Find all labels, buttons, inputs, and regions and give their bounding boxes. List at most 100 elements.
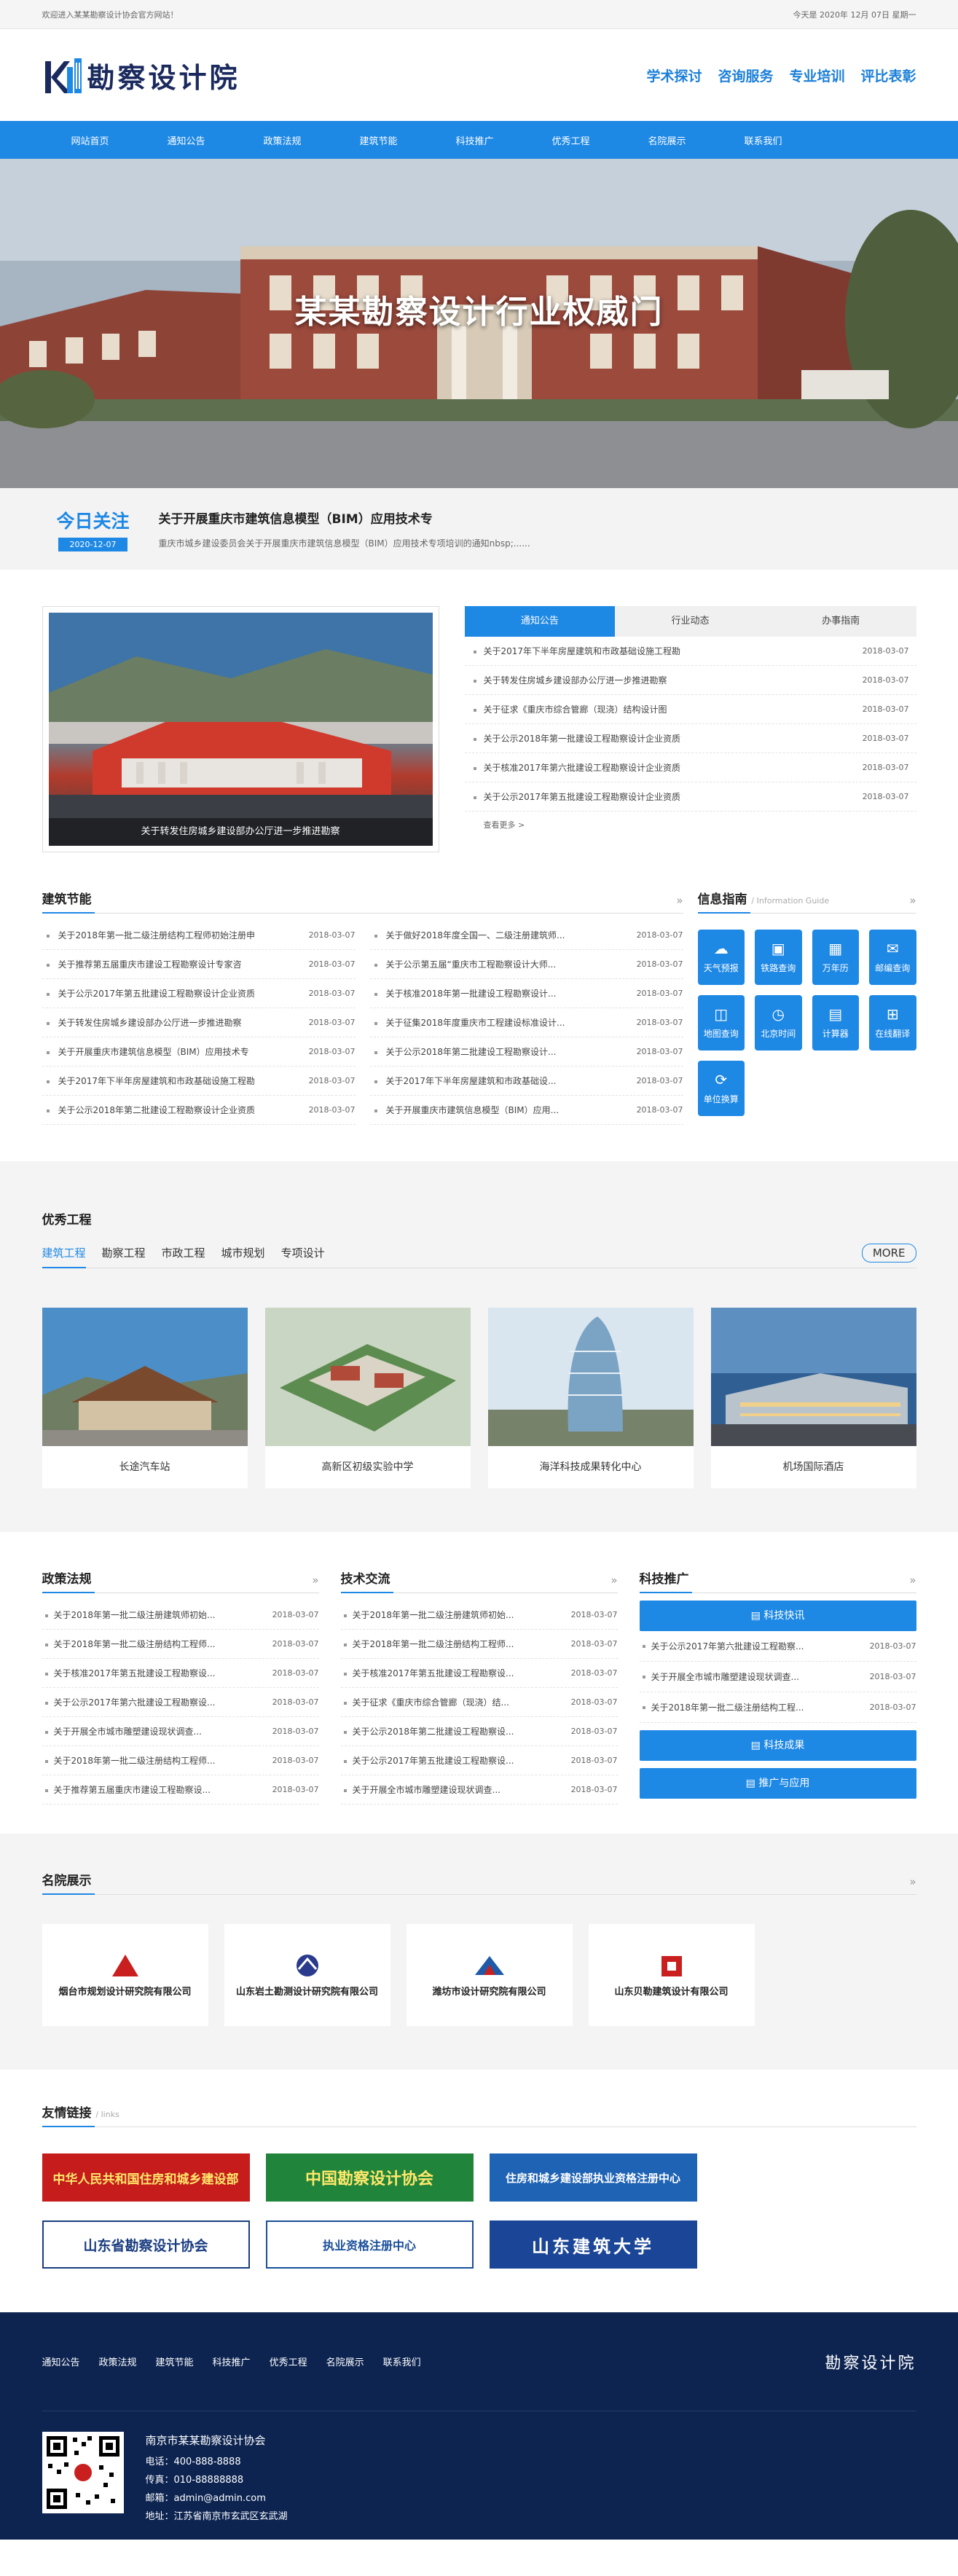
institute-logo[interactable]: 山东贝勒建筑设计有限公司 [588, 1924, 755, 2026]
tab-industry[interactable]: 行业动态 [615, 606, 766, 637]
tab-survey[interactable]: 勘察工程 [102, 1245, 146, 1260]
nav-item-energy[interactable]: 建筑节能 [331, 133, 427, 147]
list-item[interactable]: 关于2018年第一批二级注册结构工程师... 2018-03-07 [42, 1630, 319, 1659]
list-item[interactable]: 关于2018年第一批二级注册结构工程... 2018-03-07 [639, 1692, 916, 1723]
footer-link[interactable]: 建筑节能 [156, 2355, 194, 2368]
info-calendar-button[interactable]: ▦ 万年历 [812, 930, 859, 985]
friend-link[interactable]: 中国勘察设计协会 [265, 2153, 474, 2202]
list-item[interactable]: 关于公示2018年第二批建设工程勘察设计企业资质 2018-03-07 [42, 1096, 356, 1125]
info-weather-button[interactable]: ☁ 天气预报 [697, 930, 745, 985]
friend-link[interactable]: 山东建筑大学 [489, 2220, 697, 2269]
list-item[interactable]: 关于核准2017年第五批建设工程勘察设... 2018-03-07 [340, 1659, 618, 1688]
tab-notices[interactable]: 通知公告 [464, 606, 616, 637]
footer-link[interactable]: 科技推广 [213, 2355, 251, 2368]
tab-building[interactable]: 建筑工程 [42, 1245, 86, 1268]
list-item[interactable]: 关于2018年第一批二级注册建筑师初始... 2018-03-07 [42, 1601, 319, 1630]
list-item[interactable]: 关于做好2018年度全国一、二级注册建筑师... 2018-03-07 [369, 921, 683, 950]
institute-logo[interactable]: 山东岩土勘测设计研究院有限公司 [224, 1924, 390, 2026]
footer-email[interactable]: 邮箱：admin@admin.com [146, 2489, 288, 2508]
list-item[interactable]: 关于2018年第一批二级注册结构工程师初始注册申 2018-03-07 [42, 921, 356, 950]
friend-link[interactable]: 执业资格注册中心 [265, 2220, 474, 2269]
more-arrow-icon[interactable]: » [676, 894, 683, 907]
header-link[interactable]: 专业培训 [789, 66, 844, 85]
more-button[interactable]: MORE [861, 1244, 916, 1263]
info-postcode-button[interactable]: ✉ 邮编查询 [869, 930, 916, 985]
more-arrow-icon[interactable]: » [909, 894, 916, 907]
project-card[interactable]: 机场国际酒店 [710, 1308, 916, 1488]
friend-link[interactable]: 中华人民共和国住房和城乡建设部 [42, 2153, 250, 2202]
list-item[interactable]: 关于公示2017年第六批建设工程勘察设... 2018-03-07 [42, 1688, 319, 1717]
list-item[interactable]: 关于2018年第一批二级注册结构工程师... 2018-03-07 [340, 1630, 618, 1659]
project-card[interactable]: 海洋科技成果转化中心 [487, 1308, 694, 1488]
tab-guide[interactable]: 办事指南 [766, 606, 916, 637]
list-item[interactable]: 关于推荐第五届重庆市建设工程勘察设... 2018-03-07 [42, 1775, 319, 1805]
list-item[interactable]: 关于2017年下半年房屋建筑和市政基础设... 2018-03-07 [369, 1067, 683, 1096]
list-item[interactable]: 关于征求《重庆市综合管廊（现浇）结构设计图 2018-03-07 [464, 695, 916, 724]
nav-item-tech[interactable]: 科技推广 [427, 133, 523, 147]
list-item[interactable]: 关于2018年第一批二级注册建筑师初始... 2018-03-07 [340, 1601, 618, 1630]
list-item[interactable]: 关于核准2018年第一批建设工程勘察设计... 2018-03-07 [369, 979, 683, 1008]
project-card[interactable]: 长途汽车站 [42, 1308, 248, 1488]
nav-item-policy[interactable]: 政策法规 [235, 133, 331, 147]
more-arrow-icon[interactable]: » [909, 1875, 916, 1888]
tab-special[interactable]: 专项设计 [281, 1245, 325, 1260]
tech-results-button[interactable]: ▤ 科技成果 [639, 1730, 916, 1761]
nav-item-home[interactable]: 网站首页 [42, 133, 138, 147]
header-link[interactable]: 学术探讨 [646, 66, 702, 85]
institute-logo[interactable]: 潍坊市设计研究院有限公司 [406, 1924, 573, 2026]
list-item[interactable]: 关于公示2017年第五批建设工程勘察设计企业资质 2018-03-07 [464, 782, 916, 812]
list-item[interactable]: 关于核准2017年第五批建设工程勘察设... 2018-03-07 [42, 1659, 319, 1688]
list-item[interactable]: 关于推荐第五届重庆市建设工程勘察设计专家咨 2018-03-07 [42, 950, 356, 979]
list-item[interactable]: 关于公示2017年第五批建设工程勘察设计企业资质 2018-03-07 [42, 979, 356, 1008]
promotion-button[interactable]: ▤ 推广与应用 [639, 1768, 916, 1799]
list-item[interactable]: 关于2017年下半年房屋建筑和市政基础设施工程勘 2018-03-07 [42, 1067, 356, 1096]
more-arrow-icon[interactable]: » [909, 1574, 916, 1587]
list-item[interactable]: 关于开展全市城市雕塑建设现状调查... 2018-03-07 [340, 1775, 618, 1805]
list-item[interactable]: 关于公示第五届“重庆市工程勘察设计大师... 2018-03-07 [369, 950, 683, 979]
footer-link[interactable]: 政策法规 [99, 2355, 137, 2368]
tech-news-button[interactable]: ▤ 科技快讯 [639, 1601, 916, 1631]
project-card[interactable]: 高新区初级实验中学 [264, 1308, 471, 1488]
footer-link[interactable]: 通知公告 [42, 2355, 80, 2368]
nav-item-projects[interactable]: 优秀工程 [523, 133, 619, 147]
list-item[interactable]: 关于公示2018年第二批建设工程勘察设计... 2018-03-07 [369, 1037, 683, 1067]
friend-link[interactable]: 住房和城乡建设部执业资格注册中心 [489, 2153, 697, 2202]
list-item[interactable]: 关于征集2018年度重庆市工程建设标准设计... 2018-03-07 [369, 1008, 683, 1037]
list-item[interactable]: 关于公示2018年第一批建设工程勘察设计企业资质 2018-03-07 [464, 724, 916, 753]
list-item[interactable]: 关于开展全市城市雕塑建设现状调查... 2018-03-07 [639, 1662, 916, 1692]
nav-item-contact[interactable]: 联系我们 [715, 133, 812, 147]
list-item[interactable]: 关于转发住房城乡建设部办公厅进一步推进勘察 2018-03-07 [42, 1008, 356, 1037]
info-time-button[interactable]: ◷ 北京时间 [755, 995, 802, 1051]
list-item[interactable]: 关于公示2018年第二批建设工程勘察设... 2018-03-07 [340, 1717, 618, 1746]
list-item[interactable]: 关于2017年下半年房屋建筑和市政基础设施工程勘 2018-03-07 [464, 637, 916, 666]
list-item[interactable]: 关于2018年第一批二级注册结构工程师... 2018-03-07 [42, 1746, 319, 1775]
list-item[interactable]: 关于核准2017年第六批建设工程勘察设计企业资质 2018-03-07 [464, 753, 916, 782]
info-calculator-button[interactable]: ▤ 计算器 [812, 995, 859, 1051]
list-item[interactable]: 关于公示2017年第六批建设工程勘察... 2018-03-07 [639, 1631, 916, 1662]
info-translate-button[interactable]: ⊞ 在线翻译 [869, 995, 916, 1051]
tab-municipal[interactable]: 市政工程 [162, 1245, 205, 1260]
footer-link[interactable]: 优秀工程 [270, 2355, 307, 2368]
info-map-button[interactable]: ◫ 地图查询 [697, 995, 745, 1051]
nav-item-notices[interactable]: 通知公告 [138, 133, 235, 147]
list-item[interactable]: 关于公示2017年第五批建设工程勘察设... 2018-03-07 [340, 1746, 618, 1775]
today-headline[interactable]: 关于开展重庆市建筑信息模型（BIM）应用技术专 [159, 508, 530, 527]
hero-banner[interactable]: 某某勘察设计行业权威门 [0, 159, 958, 488]
friend-link[interactable]: 山东省勘察设计协会 [42, 2220, 250, 2269]
header-link[interactable]: 咨询服务 [718, 66, 773, 85]
site-logo[interactable]: 勘察设计院 [42, 52, 240, 98]
list-item[interactable]: 关于开展重庆市建筑信息模型（BIM）应用... 2018-03-07 [369, 1096, 683, 1125]
tab-planning[interactable]: 城市规划 [221, 1245, 265, 1260]
list-item[interactable]: 关于征求《重庆市综合管廊（现浇）结... 2018-03-07 [340, 1688, 618, 1717]
view-more-link[interactable]: 查看更多 > [465, 812, 916, 838]
list-item[interactable]: 关于开展重庆市建筑信息模型（BIM）应用技术专 2018-03-07 [42, 1037, 356, 1067]
footer-link[interactable]: 名院展示 [326, 2355, 364, 2368]
nav-item-famous[interactable]: 名院展示 [619, 133, 715, 147]
list-item[interactable]: 关于转发住房城乡建设部办公厅进一步推进勘察 2018-03-07 [464, 666, 916, 695]
more-arrow-icon[interactable]: » [312, 1574, 318, 1587]
institute-logo[interactable]: 烟台市规划设计研究院有限公司 [42, 1924, 208, 2026]
info-unit-convert-button[interactable]: ⟳ 单位换算 [697, 1061, 745, 1116]
header-link[interactable]: 评比表彰 [860, 66, 916, 85]
info-railway-button[interactable]: ▣ 铁路查询 [755, 930, 802, 985]
footer-link[interactable]: 联系我们 [383, 2355, 421, 2368]
